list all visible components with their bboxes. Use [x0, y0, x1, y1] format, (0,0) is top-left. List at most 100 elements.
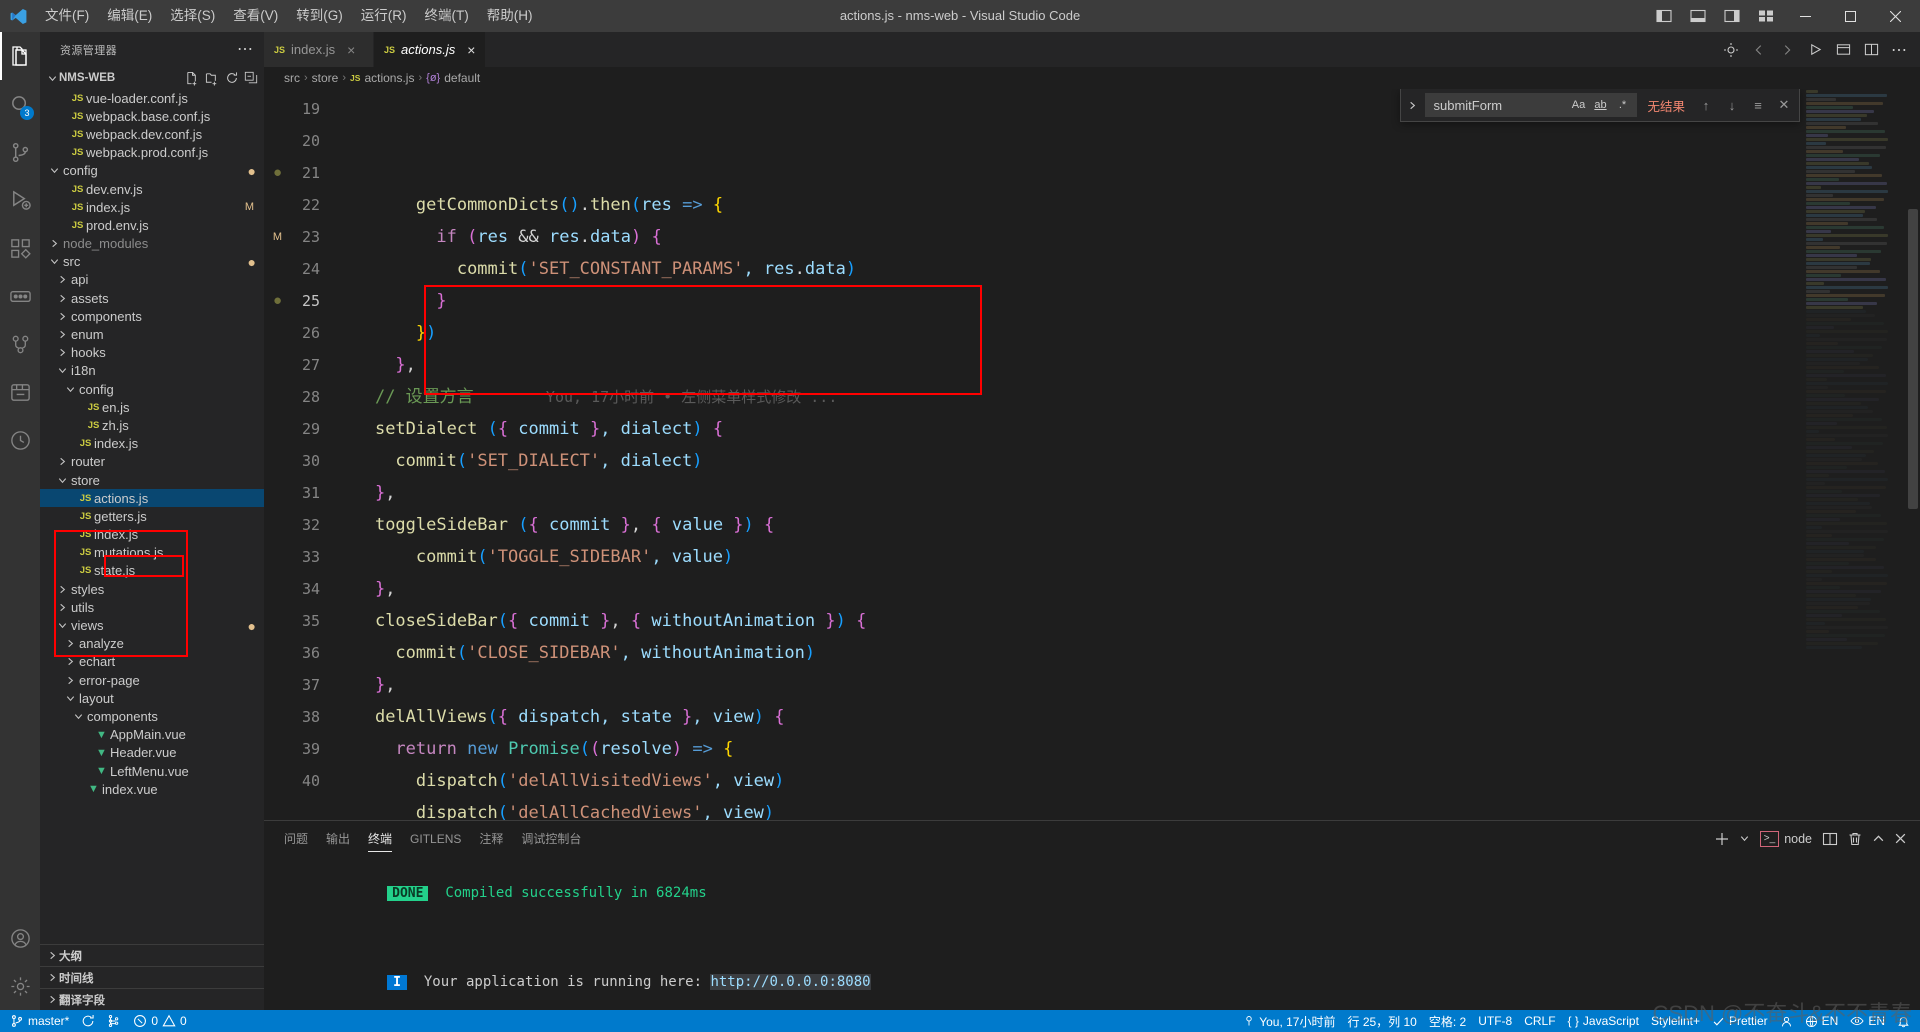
- chevron-right-icon[interactable]: [56, 274, 69, 285]
- chevron-right-icon[interactable]: [56, 584, 69, 595]
- more-actions-icon[interactable]: ⋯: [1886, 32, 1912, 67]
- tree-folder-row[interactable]: api: [40, 271, 264, 289]
- toggle-secondary-sidebar-icon[interactable]: [1715, 0, 1749, 32]
- code-line[interactable]: }: [334, 285, 1920, 317]
- panel-tab-problems[interactable]: 问题: [284, 821, 308, 856]
- section-outline[interactable]: 大纲: [40, 944, 264, 966]
- tree-file-row[interactable]: ▼ LeftMenu.vue: [40, 762, 264, 780]
- chevron-down-icon[interactable]: [64, 384, 77, 395]
- activity-docker[interactable]: [0, 368, 40, 416]
- tree-folder-row[interactable]: analyze: [40, 635, 264, 653]
- split-terminal-icon[interactable]: [1819, 826, 1841, 852]
- tree-file-row[interactable]: ▼ Header.vue: [40, 744, 264, 762]
- activity-explorer[interactable]: [0, 32, 40, 80]
- tree-folder-row[interactable]: views ●: [40, 616, 264, 634]
- activity-settings-gear-icon[interactable]: [0, 962, 40, 1010]
- gitlens-inline-blame[interactable]: You, 17小时前 • 左侧菜单样式修改 ...: [474, 388, 837, 406]
- code-line[interactable]: getCommonDicts().then(res => {: [334, 189, 1920, 221]
- menu-edit[interactable]: 编辑(E): [98, 0, 161, 32]
- use-regex-icon[interactable]: .*: [1612, 95, 1632, 115]
- chevron-down-icon[interactable]: [48, 165, 61, 176]
- section-translate-fields[interactable]: 翻译字段: [40, 988, 264, 1010]
- breadcrumb-store[interactable]: store: [312, 71, 339, 85]
- tree-folder-row[interactable]: assets: [40, 289, 264, 307]
- panel-tab-debug-console[interactable]: 调试控制台: [521, 821, 581, 856]
- tree-folder-row[interactable]: components: [40, 707, 264, 725]
- file-tree[interactable]: JS vue-loader.conf.js JS webpack.base.conf.…: [40, 89, 264, 944]
- search-input[interactable]: [1433, 97, 1569, 113]
- split-editor-icon[interactable]: [1858, 32, 1884, 67]
- minimap[interactable]: [1800, 89, 1906, 820]
- breadcrumb[interactable]: src › store › JS actions.js › {ø} defaul…: [264, 67, 1920, 89]
- chevron-right-icon[interactable]: [56, 602, 69, 613]
- panel-tab-terminal[interactable]: 终端: [368, 821, 393, 856]
- status-gitlens-blame[interactable]: You, 17小时前: [1237, 1010, 1341, 1032]
- tree-file-row[interactable]: JS prod.env.js: [40, 216, 264, 234]
- tree-folder-row[interactable]: hooks: [40, 344, 264, 362]
- menu-file[interactable]: 文件(F): [36, 0, 98, 32]
- status-branch[interactable]: master*: [4, 1010, 75, 1032]
- activity-source-control[interactable]: [0, 128, 40, 176]
- menu-bar[interactable]: 文件(F) 编辑(E) 选择(S) 查看(V) 转到(G) 运行(R) 终端(T…: [36, 0, 542, 32]
- find-input-container[interactable]: Aa ab .*: [1425, 93, 1638, 117]
- code-line[interactable]: dispatch('delAllCachedViews', view): [334, 797, 1920, 820]
- section-timeline[interactable]: 时间线: [40, 966, 264, 988]
- status-account-icon[interactable]: [1774, 1010, 1799, 1032]
- code-line[interactable]: closeSideBar({ commit }, { withoutAnimat…: [334, 605, 1920, 637]
- code-line[interactable]: commit('SET_CONSTANT_PARAMS', res.data): [334, 253, 1920, 285]
- tree-folder-row[interactable]: utils: [40, 598, 264, 616]
- breadcrumb-src[interactable]: src: [284, 71, 300, 85]
- tree-file-row[interactable]: JS index.js: [40, 435, 264, 453]
- status-indentation[interactable]: 空格: 2: [1423, 1010, 1472, 1032]
- panel-tab-comments[interactable]: 注释: [479, 821, 503, 856]
- status-translate-en-2[interactable]: EN: [1844, 1010, 1891, 1032]
- toggle-primary-sidebar-icon[interactable]: [1647, 0, 1681, 32]
- tree-folder-row[interactable]: src ●: [40, 253, 264, 271]
- terminal-dropdown-chevron-down-icon[interactable]: [1736, 826, 1753, 852]
- close-find-icon[interactable]: ✕: [1773, 93, 1795, 117]
- tree-file-row[interactable]: JS index.js: [40, 526, 264, 544]
- activity-search[interactable]: 3: [0, 80, 40, 128]
- forward-icon[interactable]: [1774, 32, 1800, 67]
- chevron-right-icon[interactable]: [56, 456, 69, 467]
- activity-accounts[interactable]: [0, 914, 40, 962]
- status-eol[interactable]: CRLF: [1518, 1010, 1561, 1032]
- tree-folder-row[interactable]: components: [40, 307, 264, 325]
- panel-tab-output[interactable]: 输出: [326, 821, 350, 856]
- code-line[interactable]: },: [334, 349, 1920, 381]
- code-line[interactable]: },: [334, 477, 1920, 509]
- window-minimize-button[interactable]: [1783, 0, 1828, 32]
- editor-scrollbar-vertical[interactable]: [1906, 89, 1920, 820]
- chevron-down-icon[interactable]: [48, 256, 61, 267]
- preview-icon[interactable]: [1830, 32, 1856, 67]
- code-line[interactable]: },: [334, 573, 1920, 605]
- tree-folder-row[interactable]: config ●: [40, 162, 264, 180]
- tree-file-row[interactable]: JS en.js: [40, 398, 264, 416]
- code-line[interactable]: setDialect ({ commit }, dialect) {: [334, 413, 1920, 445]
- tree-file-row[interactable]: JS actions.js: [40, 489, 264, 508]
- gitlens-toggle-icon[interactable]: [1718, 32, 1744, 67]
- chevron-right-icon[interactable]: [56, 311, 69, 322]
- chevron-down-icon[interactable]: [56, 365, 69, 376]
- tree-folder-row[interactable]: store: [40, 471, 264, 489]
- kill-terminal-trash-icon[interactable]: [1844, 826, 1866, 852]
- code-content[interactable]: getCommonDicts().then(res => { if (res &…: [334, 89, 1920, 820]
- code-line[interactable]: return new Promise((resolve) => {: [334, 733, 1920, 765]
- menu-help[interactable]: 帮助(H): [478, 0, 542, 32]
- tree-folder-row[interactable]: config: [40, 380, 264, 398]
- activity-run-debug[interactable]: [0, 176, 40, 224]
- tab-actions-js[interactable]: JS actions.js ×: [374, 32, 487, 67]
- status-sync[interactable]: [75, 1010, 101, 1032]
- tree-folder-row[interactable]: router: [40, 453, 264, 471]
- find-in-selection-icon[interactable]: ≡: [1747, 93, 1769, 117]
- chevron-down-icon[interactable]: [64, 693, 77, 704]
- tree-file-row[interactable]: JS getters.js: [40, 507, 264, 525]
- new-terminal-plus-icon[interactable]: [1711, 826, 1733, 852]
- code-line[interactable]: },: [334, 669, 1920, 701]
- breadcrumb-file[interactable]: actions.js: [364, 71, 414, 85]
- refresh-icon[interactable]: [225, 71, 239, 85]
- chevron-down-icon[interactable]: [72, 711, 85, 722]
- chevron-right-icon[interactable]: [64, 656, 77, 667]
- menu-selection[interactable]: 选择(S): [161, 0, 224, 32]
- chevron-right-icon[interactable]: [48, 238, 61, 249]
